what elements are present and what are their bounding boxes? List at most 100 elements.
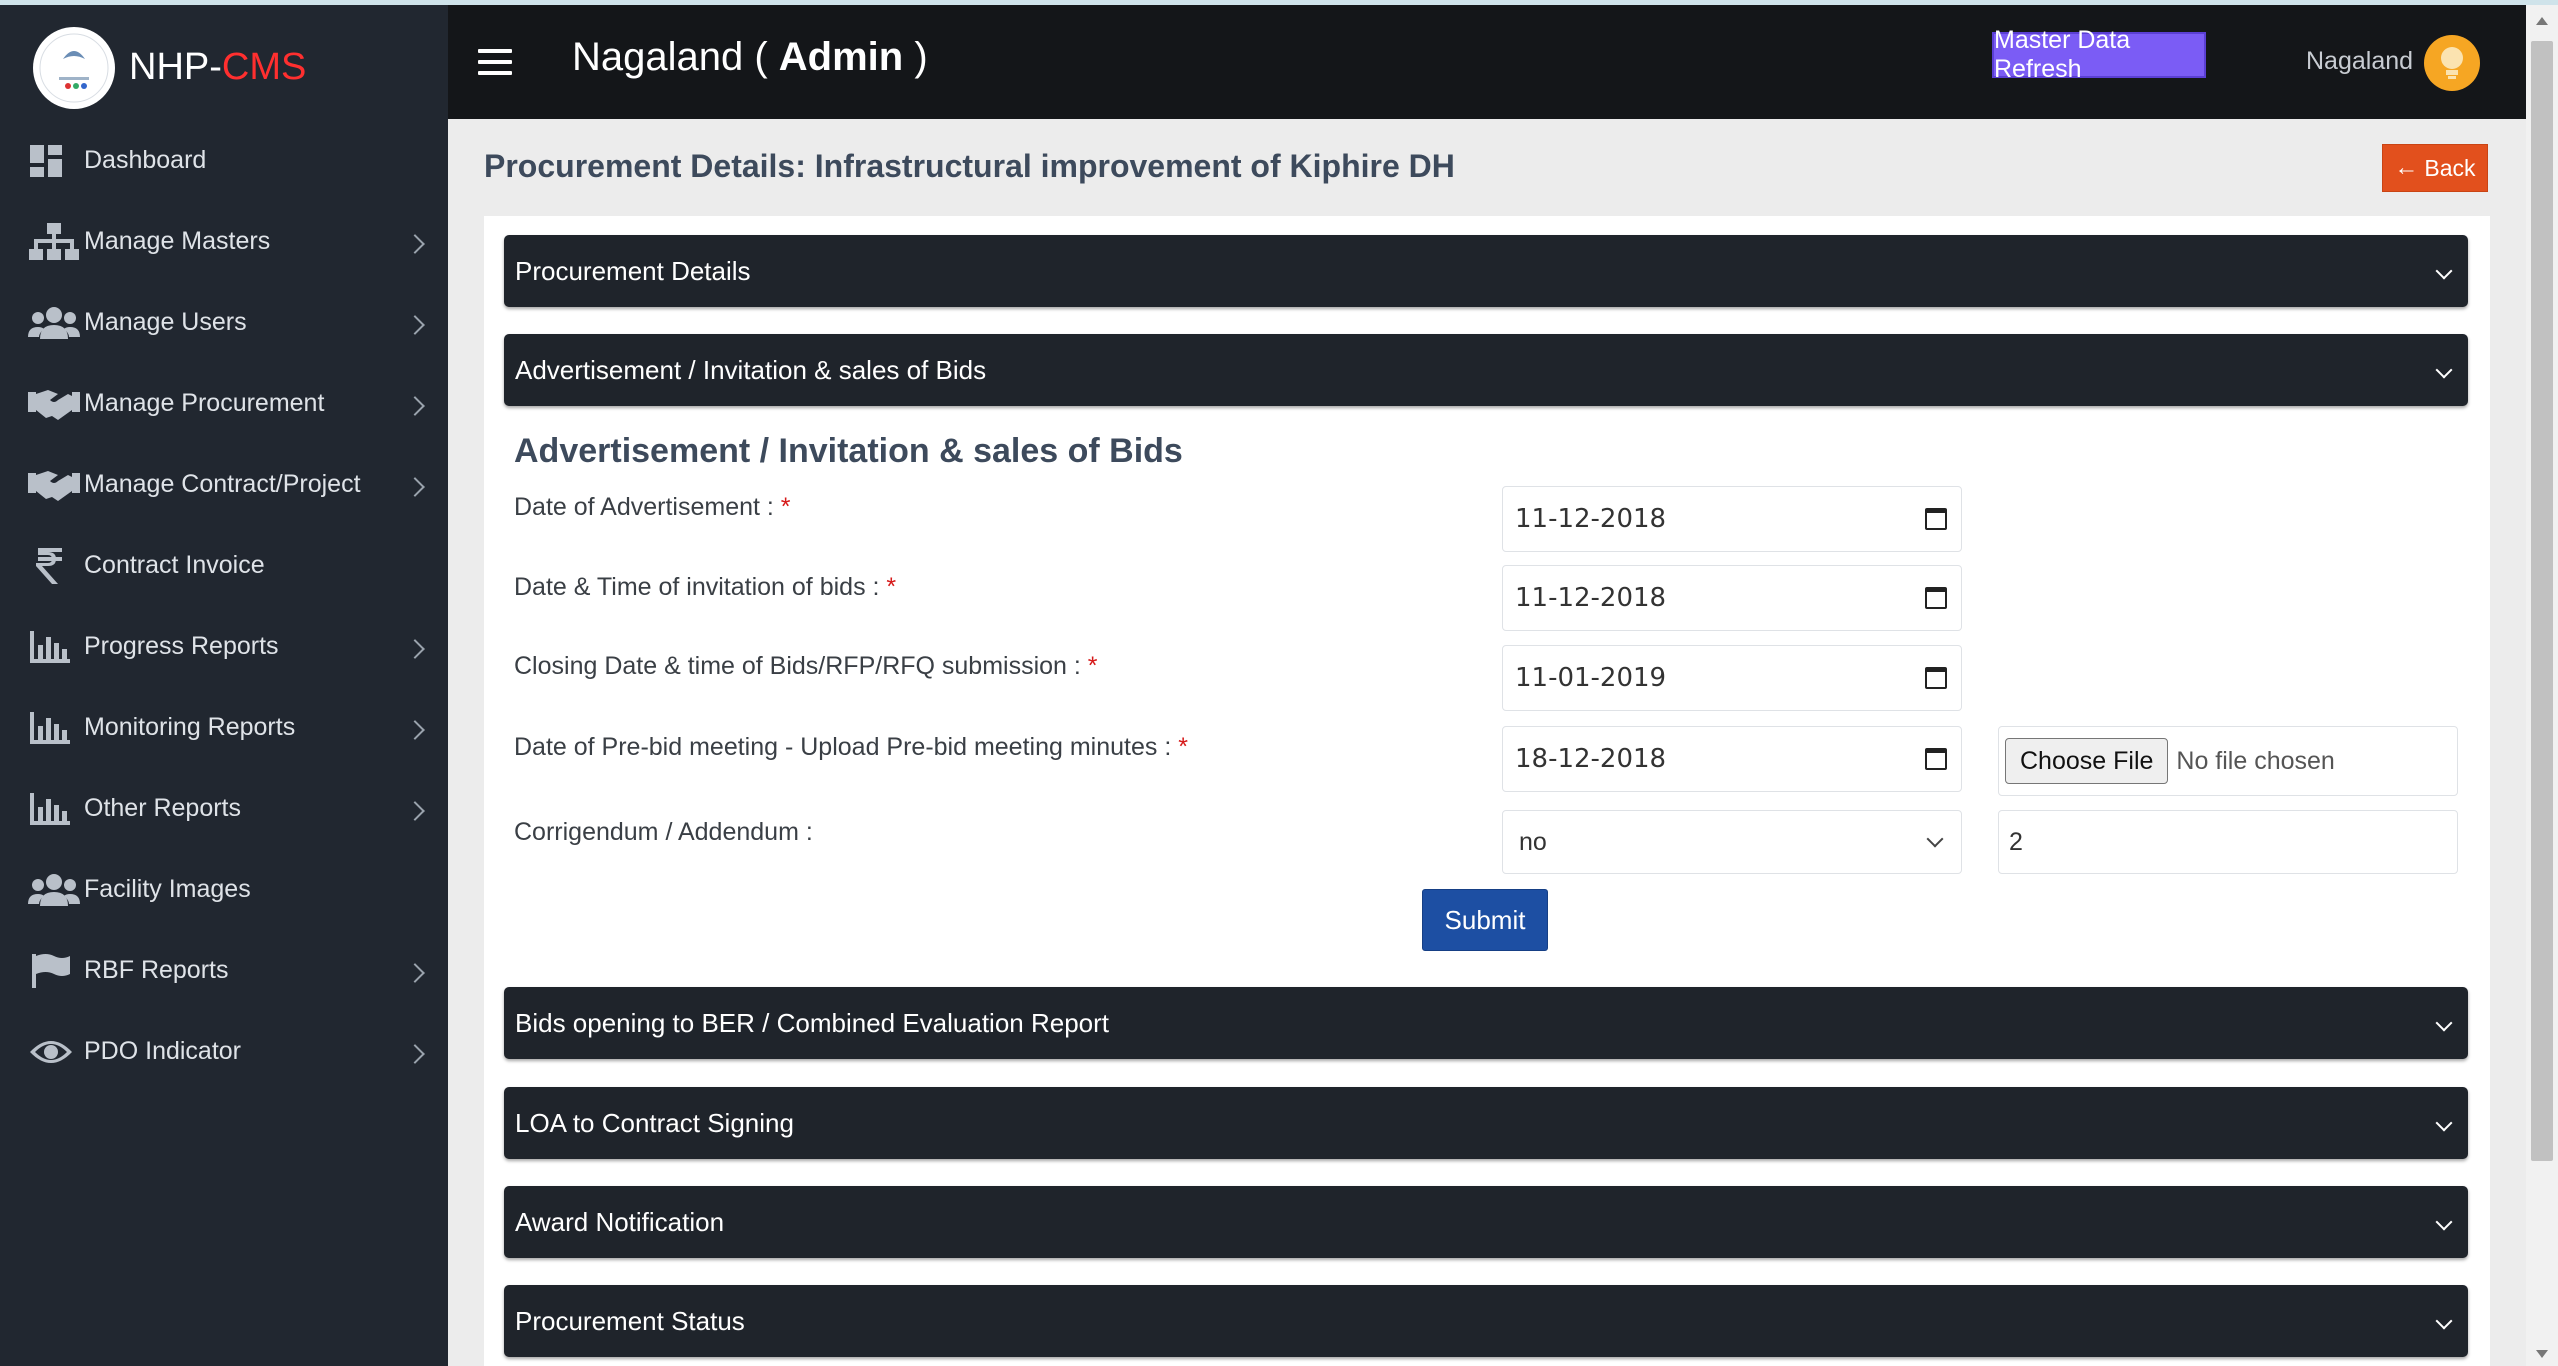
sidebar-item-label: Manage Masters bbox=[84, 227, 271, 255]
required-mark: * bbox=[780, 493, 791, 521]
chevron-right-icon bbox=[405, 234, 425, 254]
chevron-right-icon bbox=[405, 963, 425, 983]
prebid-minutes-file-input[interactable]: Choose File No file chosen bbox=[1998, 726, 2458, 796]
arrow-left-icon: ← bbox=[2394, 154, 2419, 181]
closing-date-input[interactable]: 11-01-2019 bbox=[1502, 645, 1962, 711]
sidebar-item-other-reports[interactable]: Other Reports bbox=[0, 768, 448, 849]
header-role: Admin bbox=[778, 35, 904, 79]
back-button[interactable]: ← Back bbox=[2382, 144, 2488, 192]
accordion-bids-opening[interactable]: Bids opening to BER / Combined Evaluatio… bbox=[504, 987, 2468, 1059]
sidebar: NHP-CMS Dashboard Manage Masters Manage … bbox=[0, 5, 448, 1366]
accordion-procurement-status[interactable]: Procurement Status bbox=[504, 1285, 2468, 1357]
sidebar-item-manage-procurement[interactable]: Manage Procurement bbox=[0, 363, 448, 444]
required-mark: * bbox=[1087, 652, 1098, 680]
master-data-refresh-button[interactable]: Master Data Refresh bbox=[1992, 26, 2206, 83]
handshake-icon bbox=[28, 463, 84, 507]
chevron-down-icon bbox=[2435, 1213, 2453, 1231]
avatar[interactable] bbox=[2424, 35, 2480, 91]
sidebar-item-pdo-indicator[interactable]: PDO Indicator bbox=[0, 1011, 448, 1092]
sidebar-item-manage-users[interactable]: Manage Users bbox=[0, 282, 448, 363]
accordion-label: Procurement Status bbox=[515, 1305, 745, 1336]
page-scrollbar[interactable] bbox=[2526, 5, 2558, 1366]
chevron-down-icon bbox=[2435, 1114, 2453, 1132]
sidebar-item-facility-images[interactable]: Facility Images bbox=[0, 849, 448, 930]
sidebar-item-label: Monitoring Reports bbox=[84, 713, 296, 741]
sidebar-item-label: Facility Images bbox=[84, 875, 251, 903]
sidebar-item-manage-masters[interactable]: Manage Masters bbox=[0, 201, 448, 282]
accordion-procurement-details[interactable]: Procurement Details bbox=[504, 235, 2468, 307]
sitemap-icon bbox=[28, 220, 84, 264]
bar-chart-icon bbox=[28, 706, 84, 750]
user-name[interactable]: Nagaland bbox=[2306, 47, 2413, 76]
choose-file-button[interactable]: Choose File bbox=[2005, 738, 2169, 784]
header-title-prefix: Nagaland ( bbox=[572, 35, 779, 79]
date-value: 11-01-2019 bbox=[1515, 663, 1667, 693]
accordion-advertisement[interactable]: Advertisement / Invitation & sales of Bi… bbox=[504, 334, 2468, 406]
brand[interactable]: NHP-CMS bbox=[33, 25, 306, 110]
chevron-down-icon bbox=[2435, 361, 2453, 379]
file-status: No file chosen bbox=[2176, 746, 2335, 775]
chevron-down-icon bbox=[2435, 1312, 2453, 1330]
accordion-label: Procurement Details bbox=[515, 255, 751, 286]
date-value: 11-12-2018 bbox=[1515, 583, 1667, 613]
prebid-meeting-date-input[interactable]: 18-12-2018 bbox=[1502, 726, 1962, 792]
users-icon bbox=[28, 301, 84, 345]
logo-emblem-icon bbox=[39, 33, 109, 102]
sidebar-item-label: Progress Reports bbox=[84, 632, 279, 660]
date-of-invitation-input[interactable]: 11-12-2018 bbox=[1502, 565, 1962, 631]
dashboard-icon bbox=[28, 139, 84, 183]
scroll-up-icon[interactable] bbox=[2536, 17, 2548, 25]
required-mark: * bbox=[1178, 733, 1188, 761]
accordion-loa-contract-signing[interactable]: LOA to Contract Signing bbox=[504, 1087, 2468, 1159]
sidebar-item-contract-invoice[interactable]: Contract Invoice bbox=[0, 525, 448, 606]
sidebar-item-monitoring-reports[interactable]: Monitoring Reports bbox=[0, 687, 448, 768]
calendar-icon[interactable] bbox=[1925, 667, 1947, 689]
field-label-text: Date of Pre-bid meeting - Upload Pre-bid… bbox=[514, 733, 1179, 761]
date-of-advertisement-label: Date of Advertisement : * bbox=[514, 493, 791, 522]
header-title-suffix: ) bbox=[903, 35, 928, 79]
users-icon bbox=[28, 868, 84, 912]
corrigendum-select[interactable]: no bbox=[1502, 810, 1962, 874]
date-value: 18-12-2018 bbox=[1515, 744, 1667, 774]
accordion-label: Advertisement / Invitation & sales of Bi… bbox=[515, 354, 987, 385]
chevron-right-icon bbox=[405, 315, 425, 335]
sidebar-item-label: PDO Indicator bbox=[84, 1037, 242, 1065]
handshake-icon bbox=[28, 382, 84, 426]
sidebar-item-label: Manage Contract/Project bbox=[84, 470, 361, 498]
top-header: Nagaland ( Admin ) Master Data Refresh N… bbox=[448, 5, 2526, 119]
calendar-icon[interactable] bbox=[1925, 748, 1947, 770]
sidebar-item-label: Manage Procurement bbox=[84, 389, 325, 417]
sidebar-item-label: Contract Invoice bbox=[84, 551, 265, 579]
sidebar-item-progress-reports[interactable]: Progress Reports bbox=[0, 606, 448, 687]
date-of-invitation-label: Date & Time of invitation of bids : * bbox=[514, 573, 896, 602]
back-button-label: Back bbox=[2424, 154, 2476, 181]
accordion-award-notification[interactable]: Award Notification bbox=[504, 1186, 2468, 1258]
page-title: Procurement Details: Infrastructural imp… bbox=[484, 148, 1455, 184]
lightbulb-icon bbox=[2441, 47, 2463, 79]
menu-toggle-icon[interactable] bbox=[478, 49, 512, 75]
date-of-advertisement-input[interactable]: 11-12-2018 bbox=[1502, 486, 1962, 552]
calendar-icon[interactable] bbox=[1925, 587, 1947, 609]
bar-chart-icon bbox=[28, 787, 84, 831]
flag-icon bbox=[28, 949, 84, 993]
chevron-right-icon bbox=[405, 1044, 425, 1064]
scroll-thumb[interactable] bbox=[2531, 41, 2553, 1161]
submit-button[interactable]: Submit bbox=[1422, 889, 1548, 951]
chevron-right-icon bbox=[405, 477, 425, 497]
closing-date-label: Closing Date & time of Bids/RFP/RFQ subm… bbox=[514, 652, 1098, 681]
sidebar-item-rbf-reports[interactable]: RBF Reports bbox=[0, 930, 448, 1011]
chevron-down-icon bbox=[2435, 1014, 2453, 1032]
date-value: 11-12-2018 bbox=[1515, 504, 1667, 534]
calendar-icon[interactable] bbox=[1925, 508, 1947, 530]
sidebar-item-dashboard[interactable]: Dashboard bbox=[0, 120, 448, 201]
required-mark: * bbox=[886, 573, 897, 601]
brand-name: NHP-CMS bbox=[129, 46, 306, 89]
chevron-down-icon bbox=[1926, 830, 1944, 848]
rupee-icon bbox=[28, 544, 84, 588]
scroll-down-icon[interactable] bbox=[2536, 1350, 2548, 1358]
sidebar-item-manage-contract-project[interactable]: Manage Contract/Project bbox=[0, 444, 448, 525]
corrigendum-count-input[interactable]: 2 bbox=[1998, 810, 2458, 874]
select-value: no bbox=[1519, 827, 1547, 856]
bar-chart-icon bbox=[28, 625, 84, 669]
accordion-label: Bids opening to BER / Combined Evaluatio… bbox=[515, 1007, 1110, 1038]
